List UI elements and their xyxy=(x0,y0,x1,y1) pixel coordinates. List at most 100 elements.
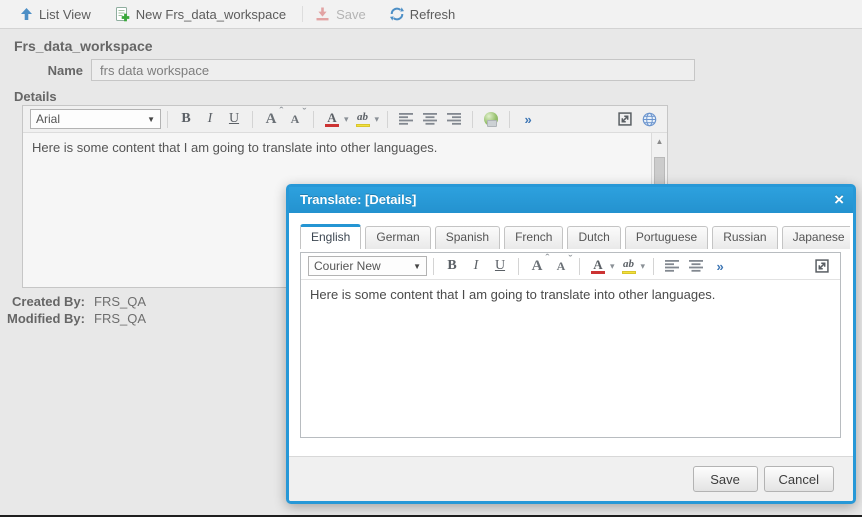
toolbar-overflow-button[interactable]: » xyxy=(516,108,540,130)
dialog-cancel-button[interactable]: Cancel xyxy=(764,466,834,492)
bold-button[interactable]: B xyxy=(440,255,464,277)
translation-editor-content[interactable]: Here is some content that I am going to … xyxy=(301,280,840,310)
new-workspace-button[interactable]: New Frs_data_workspace xyxy=(107,0,294,28)
font-family-select[interactable]: Arial ▼ xyxy=(30,109,161,129)
dialog-save-button[interactable]: Save xyxy=(693,466,758,492)
tab-japanese[interactable]: Japanese xyxy=(782,226,850,249)
tab-spanish[interactable]: Spanish xyxy=(435,226,500,249)
details-editor-content[interactable]: Here is some content that I am going to … xyxy=(23,133,650,163)
toolbar-separator xyxy=(313,111,314,128)
save-label: Save xyxy=(336,7,366,22)
close-icon[interactable]: × xyxy=(834,187,844,213)
maximize-button[interactable] xyxy=(613,108,637,130)
underline-icon: U xyxy=(229,111,239,127)
font-color-icon: A xyxy=(593,259,602,270)
align-center-button[interactable] xyxy=(684,255,708,277)
modified-by-row: Modified By: FRS_QA xyxy=(0,311,146,326)
font-color-icon: A xyxy=(327,112,336,123)
toolbar-separator xyxy=(302,6,303,22)
grow-font-button[interactable]: Aˆ xyxy=(259,108,283,130)
shrink-font-button[interactable]: Aˇ xyxy=(549,255,573,277)
dialog-title: Translate: [Details] xyxy=(300,192,416,207)
modified-by-value: FRS_QA xyxy=(94,311,146,326)
italic-button[interactable]: I xyxy=(198,108,222,130)
font-family-select[interactable]: Courier New ▼ xyxy=(308,256,427,276)
refresh-button[interactable]: Refresh xyxy=(382,0,464,28)
refresh-label: Refresh xyxy=(410,7,456,22)
language-tabs: English German Spanish French Dutch Port… xyxy=(300,224,850,249)
spellcheck-icon xyxy=(484,112,498,126)
align-right-button[interactable] xyxy=(442,108,466,130)
shrink-font-icon: Aˇ xyxy=(291,112,300,127)
toolbar-separator xyxy=(579,258,580,275)
maximize-icon xyxy=(618,112,632,126)
refresh-icon xyxy=(390,7,404,21)
align-left-button[interactable] xyxy=(394,108,418,130)
highlight-color-button[interactable]: ab xyxy=(617,255,641,277)
align-left-icon xyxy=(665,260,680,272)
tab-portuguese[interactable]: Portuguese xyxy=(625,226,708,249)
tab-dutch[interactable]: Dutch xyxy=(567,226,620,249)
name-label: Name xyxy=(0,63,83,78)
align-left-button[interactable] xyxy=(660,255,684,277)
scroll-up-icon[interactable]: ▲ xyxy=(652,133,667,146)
toolbar-separator xyxy=(252,111,253,128)
italic-icon: I xyxy=(208,111,213,127)
created-by-value: FRS_QA xyxy=(94,294,146,309)
toolbar-separator xyxy=(509,111,510,128)
align-center-button[interactable] xyxy=(418,108,442,130)
font-color-button[interactable]: A xyxy=(320,108,344,130)
highlight-icon: ab xyxy=(623,259,634,270)
align-right-icon xyxy=(447,113,462,125)
italic-icon: I xyxy=(474,258,479,274)
modified-by-label: Modified By: xyxy=(0,311,85,326)
underline-button[interactable]: U xyxy=(222,108,246,130)
spellcheck-button[interactable] xyxy=(479,108,503,130)
font-color-caret-icon[interactable]: ▾ xyxy=(344,114,349,125)
page-title: Frs_data_workspace xyxy=(14,38,153,54)
highlight-color-button[interactable]: ab xyxy=(351,108,375,130)
translate-globe-icon xyxy=(642,112,657,127)
font-color-button[interactable]: A xyxy=(586,255,610,277)
shrink-font-icon: Aˇ xyxy=(557,259,566,274)
maximize-button[interactable] xyxy=(810,255,834,277)
translate-button[interactable] xyxy=(637,108,661,130)
dialog-header: Translate: [Details] × xyxy=(289,187,853,213)
details-label: Details xyxy=(14,89,57,104)
highlight-icon: ab xyxy=(357,112,368,123)
list-view-button[interactable]: List View xyxy=(12,0,99,28)
created-by-label: Created By: xyxy=(0,294,85,309)
grow-font-icon: Aˆ xyxy=(532,258,543,275)
save-icon xyxy=(315,7,330,21)
grow-font-button[interactable]: Aˆ xyxy=(525,255,549,277)
scrollbar-thumb[interactable] xyxy=(654,157,665,187)
grow-font-icon: Aˆ xyxy=(266,111,277,128)
new-document-icon xyxy=(115,7,130,22)
highlight-caret-icon[interactable]: ▾ xyxy=(375,114,380,125)
tab-german[interactable]: German xyxy=(365,226,430,249)
select-caret-icon: ▼ xyxy=(141,115,155,124)
toolbar-separator xyxy=(433,258,434,275)
highlight-caret-icon[interactable]: ▾ xyxy=(641,261,646,272)
align-left-icon xyxy=(399,113,414,125)
toolbar-overflow-button[interactable]: » xyxy=(708,255,732,277)
tab-russian[interactable]: Russian xyxy=(712,226,777,249)
shrink-font-button[interactable]: Aˇ xyxy=(283,108,307,130)
toolbar-separator xyxy=(472,111,473,128)
up-arrow-icon xyxy=(20,7,33,21)
underline-icon: U xyxy=(495,258,505,274)
maximize-icon xyxy=(815,259,829,273)
bold-button[interactable]: B xyxy=(174,108,198,130)
underline-button[interactable]: U xyxy=(488,255,512,277)
translation-editor: Courier New ▼ B I U Aˆ Aˇ A ▾ ab xyxy=(300,252,841,438)
tab-french[interactable]: French xyxy=(504,226,563,249)
font-family-value: Courier New xyxy=(314,259,381,273)
translate-dialog: Translate: [Details] × English German Sp… xyxy=(286,184,856,504)
italic-button[interactable]: I xyxy=(464,255,488,277)
save-button[interactable]: Save xyxy=(307,0,374,28)
bold-icon: B xyxy=(447,258,456,274)
font-color-caret-icon[interactable]: ▾ xyxy=(610,261,615,272)
new-workspace-label: New Frs_data_workspace xyxy=(136,7,286,22)
tab-english[interactable]: English xyxy=(300,224,361,249)
name-input[interactable] xyxy=(91,59,695,81)
